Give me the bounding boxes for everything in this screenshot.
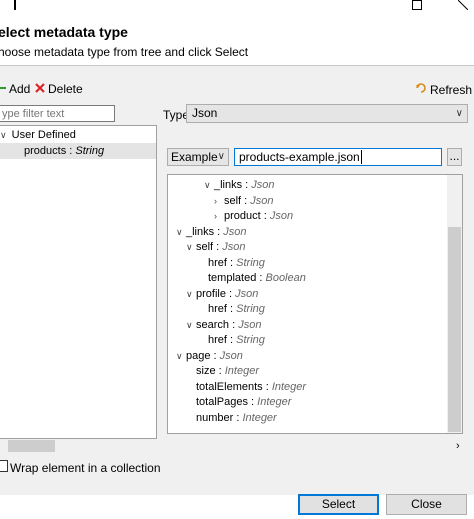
json-tree-node[interactable]: › product : Json bbox=[214, 208, 293, 224]
json-node-type: Integer bbox=[224, 365, 259, 377]
wrap-collection-checkbox[interactable] bbox=[0, 460, 8, 472]
json-node-type: Boolean bbox=[265, 272, 306, 284]
json-node-type: Json bbox=[219, 349, 243, 362]
json-node-name: href bbox=[208, 303, 227, 315]
delete-label: Delete bbox=[48, 82, 83, 96]
horizontal-scrollbar-thumb[interactable] bbox=[8, 440, 55, 452]
json-tree-node[interactable]: ∨ profile : Json bbox=[186, 286, 258, 302]
close-button[interactable]: Close bbox=[386, 494, 467, 515]
chevron-down-icon[interactable]: ∨ bbox=[186, 317, 196, 333]
json-node-type: String bbox=[236, 334, 265, 346]
json-tree-node[interactable]: ∨ _links : Json bbox=[176, 224, 247, 240]
vertical-scrollbar-thumb[interactable] bbox=[448, 227, 461, 432]
dialog-subtitle: hoose metadata type from tree and click … bbox=[0, 45, 249, 59]
chevron-down-icon: ∨ bbox=[455, 108, 463, 119]
maximize-icon[interactable] bbox=[394, 0, 440, 10]
chevron-down-icon[interactable]: ∨ bbox=[176, 224, 186, 240]
chevron-down-icon[interactable]: ∨ bbox=[204, 177, 214, 193]
json-node-name: self bbox=[224, 194, 242, 207]
json-node-name: self bbox=[196, 241, 214, 253]
example-mode-value: Example bbox=[171, 150, 218, 164]
dialog-title: elect metadata type bbox=[0, 24, 128, 40]
json-node-type: Json bbox=[251, 179, 275, 191]
json-tree-node[interactable]: ∨ self : Json bbox=[186, 239, 246, 255]
tree-item-user-defined[interactable]: ∨ User Defined bbox=[0, 127, 76, 143]
chevron-down-icon: ∨ bbox=[217, 151, 225, 162]
json-node-name: page bbox=[186, 349, 211, 362]
json-node-name: _links bbox=[186, 225, 215, 238]
tree-item-name: products bbox=[24, 145, 67, 157]
add-label: Add bbox=[9, 82, 31, 96]
chevron-down-icon[interactable]: ∨ bbox=[186, 239, 196, 255]
wrap-collection-label: Wrap element in a collection bbox=[10, 461, 161, 475]
json-node-name: totalElements bbox=[196, 380, 263, 393]
refresh-button[interactable]: Refresh bbox=[415, 82, 472, 97]
text-cursor bbox=[360, 150, 362, 164]
chevron-right-icon[interactable]: › bbox=[214, 193, 224, 209]
json-node-type: String bbox=[236, 256, 265, 269]
json-tree-node[interactable]: templated : Boolean bbox=[198, 270, 306, 286]
json-tree-node[interactable]: totalPages : Integer bbox=[186, 394, 291, 410]
browse-button[interactable]: ... bbox=[447, 148, 462, 166]
json-node-name: number bbox=[196, 411, 234, 424]
chevron-right-icon[interactable]: › bbox=[214, 208, 224, 224]
json-node-type: Json bbox=[223, 225, 247, 238]
example-file-value: products-example.json bbox=[239, 150, 360, 164]
json-tree-node[interactable]: href : String bbox=[198, 301, 265, 317]
json-tree-node[interactable]: ∨ search : Json bbox=[186, 317, 261, 333]
json-node-name: _links bbox=[214, 179, 243, 191]
type-filter-input[interactable]: ype filter text bbox=[0, 105, 115, 122]
header-divider bbox=[0, 65, 474, 66]
json-node-name: href bbox=[208, 256, 227, 269]
metadata-type-tree[interactable]: ∨ User Defined products : String bbox=[0, 125, 157, 439]
json-tree-node[interactable]: totalElements : Integer bbox=[186, 379, 306, 395]
add-button[interactable]: Add bbox=[0, 82, 30, 96]
json-tree-node[interactable]: › self : Json bbox=[214, 193, 274, 209]
json-node-type: Json bbox=[250, 194, 274, 207]
close-window-icon[interactable] bbox=[440, 0, 474, 10]
tree-item-type: String bbox=[75, 145, 105, 157]
refresh-icon bbox=[415, 82, 427, 97]
add-icon bbox=[0, 82, 6, 96]
select-button[interactable]: Select bbox=[298, 494, 379, 515]
json-node-type: String bbox=[236, 303, 265, 315]
json-node-type: Integer bbox=[242, 411, 277, 424]
json-node-type: Json bbox=[222, 241, 246, 253]
json-node-type: Integer bbox=[271, 380, 307, 393]
json-node-name: search bbox=[196, 318, 230, 331]
json-tree-node[interactable]: ∨ _links : Json bbox=[204, 177, 275, 193]
json-node-type: Integer bbox=[257, 396, 292, 408]
json-node-name: size bbox=[196, 365, 216, 377]
json-node-name: profile bbox=[196, 287, 226, 300]
window-edge-icon bbox=[0, 0, 38, 10]
type-select[interactable]: Json ∨ bbox=[186, 104, 468, 123]
json-node-name: href bbox=[208, 334, 227, 346]
json-node-type: Json bbox=[235, 287, 259, 300]
delete-button[interactable]: Delete bbox=[35, 82, 83, 96]
json-tree-node[interactable]: size : Integer bbox=[186, 363, 259, 379]
type-select-value: Json bbox=[192, 106, 218, 120]
json-node-type: Json bbox=[238, 318, 262, 331]
delete-icon bbox=[35, 82, 45, 96]
json-node-name: totalPages bbox=[196, 396, 248, 408]
chevron-down-icon[interactable]: ∨ bbox=[176, 348, 186, 364]
tree-item-products[interactable]: products : String bbox=[24, 143, 104, 159]
json-node-name: templated bbox=[208, 272, 257, 284]
json-tree-node[interactable]: href : String bbox=[198, 332, 265, 348]
example-mode-select[interactable]: Example ∨ bbox=[167, 148, 229, 166]
chevron-right-icon[interactable]: › bbox=[456, 440, 460, 452]
chevron-down-icon[interactable]: ∨ bbox=[186, 286, 196, 302]
tree-item-label: User Defined bbox=[11, 129, 76, 141]
json-node-name: product bbox=[224, 210, 261, 222]
json-tree-node[interactable]: href : String bbox=[198, 255, 265, 271]
chevron-down-icon: ∨ bbox=[0, 130, 7, 140]
refresh-label: Refresh bbox=[430, 82, 473, 97]
json-tree-node[interactable]: ∨ page : Json bbox=[176, 348, 243, 364]
json-node-type: Json bbox=[269, 210, 294, 222]
json-structure-tree[interactable]: ∨ _links : Json › self : Json › product : Jso… bbox=[167, 174, 463, 434]
example-file-input[interactable]: products-example.json bbox=[234, 148, 442, 166]
json-tree-node[interactable]: number : Integer bbox=[186, 410, 277, 426]
